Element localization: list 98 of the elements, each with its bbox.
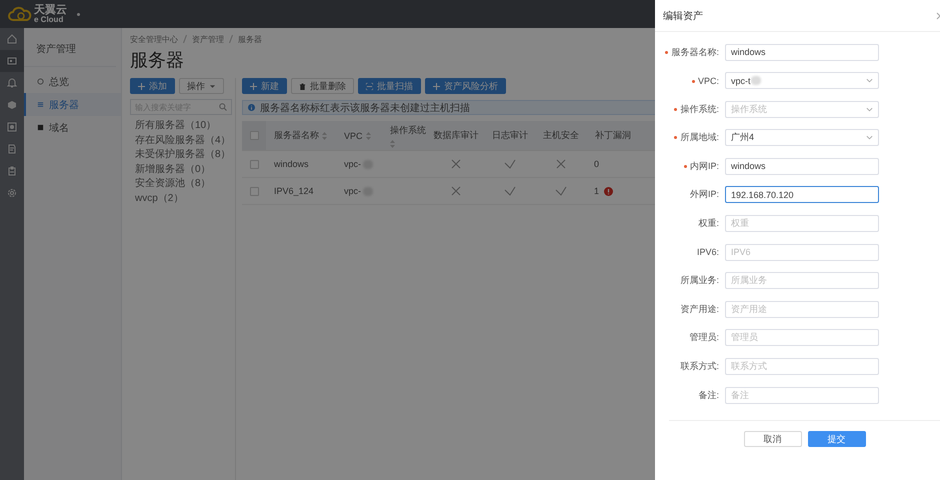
square-icon <box>37 124 44 131</box>
slash-icon <box>183 35 187 43</box>
rail-item[interactable] <box>0 50 24 72</box>
tree-item[interactable]: 所有服务器（10） <box>130 119 232 134</box>
submit-button[interactable]: 提交 <box>808 431 866 447</box>
clipboard-icon <box>7 166 17 176</box>
dropdown-button[interactable]: 操作 <box>179 78 224 94</box>
nav-item[interactable]: 域名 <box>24 116 121 139</box>
sort-icon[interactable] <box>366 132 371 140</box>
column-header[interactable]: 补丁漏洞 <box>586 121 640 151</box>
scan-icon <box>366 82 373 90</box>
plus-icon <box>250 82 257 90</box>
input-field[interactable]: 管理员 <box>725 329 879 346</box>
field-label: VPC: <box>698 76 719 86</box>
chevron-icon <box>866 78 873 84</box>
table-cell: IPV6_124 <box>266 178 336 205</box>
table-cell: vpc- <box>344 159 362 169</box>
field-label: 外网IP: <box>690 189 719 200</box>
tree-item[interactable]: 未受保护服务器（8） <box>130 148 232 162</box>
field-label: 备注: <box>698 390 719 400</box>
checkbox[interactable] <box>250 160 258 168</box>
dot-icon <box>77 12 80 16</box>
home-icon <box>7 34 17 44</box>
input-field[interactable]: 权重 <box>725 215 879 232</box>
document-icon <box>7 144 17 154</box>
sort-icon[interactable] <box>390 140 395 148</box>
input-field[interactable]: 联系方式 <box>725 358 879 376</box>
column-header[interactable]: 服务器名称 <box>266 121 336 151</box>
column-header[interactable]: 日志审计 <box>484 121 536 151</box>
search-icon <box>219 103 227 111</box>
hexagon-icon <box>7 100 17 110</box>
column-header[interactable]: 主机安全 <box>536 121 586 151</box>
cancel-button[interactable]: 取消 <box>744 431 802 447</box>
nav-item[interactable]: 服务器 <box>24 93 121 116</box>
select-field[interactable]: 操作系统 <box>725 100 879 118</box>
chevron-icon <box>866 106 873 112</box>
plus-icon <box>138 82 145 90</box>
select-field[interactable]: 广州4 <box>725 129 879 146</box>
column-header[interactable]: 数据库审计 <box>428 121 484 151</box>
field-label: 服务器名称: <box>671 46 719 56</box>
settings-icon <box>7 188 17 198</box>
field-label: IPV6: <box>696 247 719 258</box>
field-label: 管理员: <box>689 332 719 342</box>
breadcrumb-link[interactable]: 服务器 <box>238 34 262 44</box>
caret-icon <box>209 82 216 90</box>
table-cell: 0 <box>594 159 600 169</box>
add-button[interactable]: 添加 <box>130 78 175 94</box>
sort-icon[interactable] <box>322 132 327 140</box>
field-label: 内网IP: <box>690 160 719 171</box>
input-field[interactable]: 所属业务 <box>725 272 879 290</box>
toolbar-button[interactable]: 资产风险分析 <box>425 78 506 94</box>
toolbar-button[interactable]: 批量扫描 <box>358 78 421 94</box>
field-label: 资产用途: <box>680 304 719 314</box>
input-field[interactable]: 192.168.70.120 <box>725 186 879 204</box>
page-title: 服务器 <box>130 49 184 72</box>
trash-icon <box>299 82 306 90</box>
table-cell: 1 <box>594 186 600 196</box>
logo-text: 天翼云 <box>34 4 67 16</box>
logo-subtext: e Cloud <box>34 16 64 24</box>
breadcrumb-link[interactable]: 安全管理中心 <box>130 34 178 44</box>
cloud-logo-icon <box>8 6 32 22</box>
table-cell: windows <box>266 151 336 178</box>
field-label: 联系方式: <box>680 361 719 372</box>
checkbox[interactable] <box>250 131 258 140</box>
field-label: 操作系统: <box>680 104 719 114</box>
column-header[interactable]: 操作系统 <box>382 121 428 151</box>
info-icon <box>248 104 255 111</box>
input-field[interactable]: IPV6 <box>725 244 879 261</box>
chevron-icon <box>866 135 873 140</box>
nav-title: 资产管理 <box>24 28 116 67</box>
input-field[interactable]: windows <box>725 158 879 175</box>
input-field[interactable]: windows <box>725 44 879 60</box>
input-field[interactable]: 资产用途 <box>725 300 879 318</box>
breadcrumb-link[interactable]: 资产管理 <box>192 34 224 44</box>
bell-icon <box>7 78 17 88</box>
checkbox[interactable] <box>250 186 258 196</box>
notice-text: 服务器名称标红表示该服务器未创建过主机扫描 <box>260 102 470 114</box>
plus-icon <box>433 82 440 90</box>
circle-icon <box>37 78 44 85</box>
grid-icon <box>37 101 44 108</box>
drawer-title: 编辑资产 <box>663 10 703 22</box>
input-field[interactable]: 备注 <box>725 386 879 404</box>
slash-icon <box>229 35 233 43</box>
tree-item[interactable]: wvcp（2） <box>130 192 232 206</box>
box-icon <box>7 122 17 132</box>
field-label: 所属业务: <box>680 275 719 286</box>
toolbar-button[interactable]: 新建 <box>242 78 287 94</box>
tree-item[interactable]: 安全资源池（8） <box>130 177 232 192</box>
select-field[interactable]: vpc-t <box>725 72 879 90</box>
nav-item[interactable]: 总览 <box>24 70 121 93</box>
toolbar-button[interactable]: 批量删除 <box>291 78 354 94</box>
field-label: 所属地域: <box>680 132 719 142</box>
tree-item[interactable]: 存在风险服务器（4） <box>130 134 232 148</box>
monitor-icon <box>7 56 17 66</box>
field-label: 权重: <box>698 218 719 228</box>
column-header[interactable]: VPC <box>336 121 382 151</box>
table-cell: vpc- <box>344 186 362 196</box>
tree-item[interactable]: 新增服务器（0） <box>130 162 232 177</box>
